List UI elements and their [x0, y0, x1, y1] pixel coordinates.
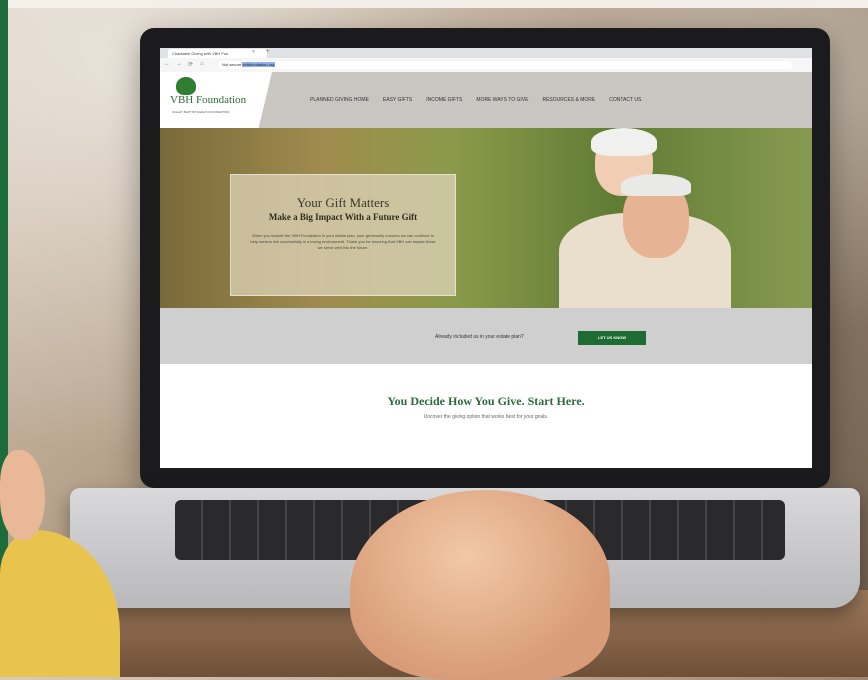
nav-item-more-ways-to-give[interactable]: MORE WAYS TO GIVE: [476, 97, 528, 103]
hero-subtitle: Make a Big Impact With a Future Gift: [268, 212, 418, 222]
cta-band: Already included us in your estate plan?…: [160, 308, 812, 364]
laptop-display: Charitable Giving with VBH Fou × + ← → ⟳…: [160, 48, 812, 468]
url-text: vbhfoundation.org: [242, 62, 275, 67]
close-icon[interactable]: ×: [252, 49, 255, 55]
forward-icon[interactable]: →: [176, 61, 182, 67]
main-nav: PLANNED GIVING HOME EASY GIFTS INCOME GI…: [310, 97, 641, 103]
new-tab-icon[interactable]: +: [266, 49, 270, 55]
hero-photo-man-hair: [621, 174, 691, 196]
url-field[interactable]: Not secure vbhfoundation.org: [218, 61, 792, 69]
nav-item-easy-gifts[interactable]: EASY GIFTS: [383, 97, 412, 103]
let-us-know-button[interactable]: LET US KNOW: [578, 331, 646, 345]
hero-photo-couple: [555, 128, 735, 308]
cta-text: Already included us in your estate plan?: [435, 334, 524, 340]
logo-text: VBH Foundation: [170, 94, 247, 106]
tree-icon: [176, 77, 196, 95]
logo-tagline: VALLEY BAPTIST HEALTH FOUNDATION: [172, 110, 230, 114]
section-title: You Decide How You Give. Start Here.: [387, 394, 585, 408]
nav-item-resources-more[interactable]: RESOURCES & MORE: [542, 97, 595, 103]
hero-banner: Your Gift Matters Make a Big Impact With…: [160, 128, 812, 308]
hero-title: Your Gift Matters: [296, 195, 390, 210]
reload-icon[interactable]: ⟳: [188, 61, 193, 68]
back-icon[interactable]: ←: [164, 61, 170, 67]
hero-body-text: When you include the VBH Foundation in y…: [250, 233, 436, 250]
home-icon[interactable]: ⌂: [200, 61, 204, 67]
hero-photo-woman-hair: [591, 128, 657, 156]
browser-address-bar: ← → ⟳ ⌂ Not secure vbhfoundation.org: [160, 58, 812, 73]
nav-item-contact-us[interactable]: CONTACT US: [609, 97, 641, 103]
site-header: VBH Foundation VALLEY BAPTIST HEALTH FOU…: [160, 72, 812, 128]
top-border: [0, 0, 868, 8]
tab-title: Charitable Giving with VBH Fou: [172, 51, 229, 56]
url-security-label: Not secure: [222, 62, 242, 67]
nav-item-income-gifts[interactable]: INCOME GIFTS: [426, 97, 462, 103]
section-subtitle: Uncover the giving option that works bes…: [423, 414, 549, 420]
hero-card: Your Gift Matters Make a Big Impact With…: [230, 174, 456, 296]
nav-item-planned-giving-home[interactable]: PLANNED GIVING HOME: [310, 97, 369, 103]
right-hand: [350, 490, 610, 680]
browser-tab-bar: Charitable Giving with VBH Fou × +: [160, 48, 812, 58]
site-logo[interactable]: VBH Foundation VALLEY BAPTIST HEALTH FOU…: [160, 72, 272, 128]
